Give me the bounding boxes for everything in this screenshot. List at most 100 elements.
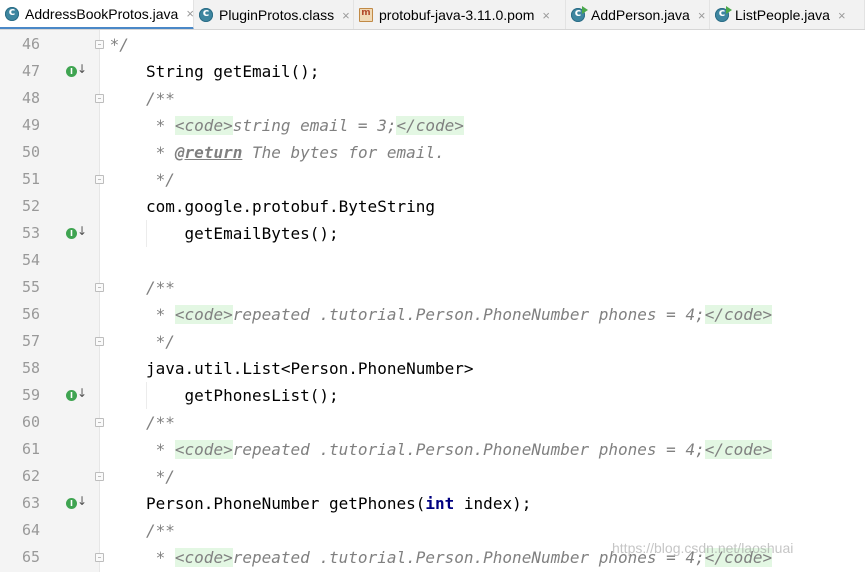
- java-class-icon: [5, 5, 19, 21]
- tab-addressbookprotos-java[interactable]: AddressBookProtos.java ×: [0, 0, 194, 29]
- code-line: Person.PhoneNumber getPhones(int index);: [146, 490, 531, 517]
- comment-text: /**: [146, 413, 175, 432]
- code-line: getEmailBytes();: [146, 220, 339, 247]
- arrow-down-icon: ↓: [77, 386, 88, 400]
- code-line: * <code>repeated .tutorial.Person.PhoneN…: [146, 436, 773, 463]
- code-tag: <code>: [174, 548, 233, 567]
- tab-listpeople-java[interactable]: ListPeople.java ×: [710, 0, 865, 29]
- comment-text: *: [146, 548, 175, 567]
- code-line: */: [146, 328, 175, 355]
- code-tag: <code>: [174, 305, 233, 324]
- code-text: ();: [309, 224, 339, 243]
- tab-label: AddPerson.java: [591, 7, 690, 23]
- close-tab-icon[interactable]: ×: [838, 8, 846, 23]
- line-number: 53: [21, 224, 40, 242]
- code-text: String getEmail();: [146, 62, 320, 81]
- line-number: 60: [21, 413, 40, 431]
- code-text: Person.PhoneNumber: [146, 494, 330, 513]
- line-number: 50: [21, 143, 40, 161]
- line-number: 64: [21, 521, 40, 539]
- line-number: 51: [21, 170, 40, 188]
- line-number: 59: [21, 386, 40, 404]
- code-line: * <code>repeated .tutorial.Person.PhoneN…: [146, 301, 773, 328]
- method-name: getEmailBytes: [184, 224, 310, 243]
- close-tab-icon[interactable]: ×: [542, 8, 550, 23]
- javadoc-tag: @return: [174, 143, 243, 162]
- code-editor[interactable]: */ String getEmail(); /** * <code>string…: [100, 30, 865, 572]
- implemented-icon: I: [66, 498, 77, 509]
- editor-gutter: 46 47 48 49 50 51 52 53 54 55 56 57 58 5…: [0, 30, 104, 572]
- code-tag: </code>: [704, 305, 773, 324]
- line-number: 62: [21, 467, 40, 485]
- code-line: /**: [146, 274, 175, 301]
- implemented-icon: I: [66, 390, 77, 401]
- editor-tab-bar: AddressBookProtos.java × PluginProtos.cl…: [0, 0, 865, 30]
- arrow-down-icon: ↓: [77, 62, 88, 76]
- line-number: 55: [21, 278, 40, 296]
- code-line: String getEmail();: [146, 58, 319, 85]
- implemented-icon: I: [66, 228, 77, 239]
- keyword: int: [425, 494, 455, 513]
- tab-pluginprotos-class[interactable]: PluginProtos.class ×: [194, 0, 354, 29]
- code-line: /**: [146, 85, 175, 112]
- close-tab-icon[interactable]: ×: [698, 8, 706, 23]
- arrow-down-icon: ↓: [77, 494, 88, 508]
- tab-label: ListPeople.java: [735, 7, 830, 23]
- line-number: 47: [21, 62, 40, 80]
- code-text: getPhonesList();: [146, 386, 339, 405]
- line-number: 48: [21, 89, 40, 107]
- code-line: /**: [146, 517, 175, 544]
- line-number: 52: [21, 197, 40, 215]
- line-number: 57: [21, 332, 40, 350]
- code-line: getPhonesList();: [146, 382, 339, 409]
- line-number: 49: [21, 116, 40, 134]
- comment-text: /**: [146, 89, 175, 108]
- line-number: 56: [21, 305, 40, 323]
- code-text: java.util.List<Person.PhoneNumber>: [146, 359, 474, 378]
- code-tag: </code>: [396, 116, 464, 135]
- comment-text: /**: [146, 521, 175, 540]
- comment-text: repeated .tutorial.Person.PhoneNumber ph…: [232, 440, 705, 459]
- code-line: java.util.List<Person.PhoneNumber>: [146, 355, 474, 382]
- line-number: 63: [21, 494, 40, 512]
- comment-text: repeated .tutorial.Person.PhoneNumber ph…: [232, 305, 705, 324]
- comment-text: The bytes for email.: [242, 143, 445, 162]
- tab-addperson-java[interactable]: AddPerson.java ×: [566, 0, 710, 29]
- implemented-method-marker[interactable]: I ↓: [66, 62, 88, 79]
- comment-text: *: [146, 440, 175, 459]
- close-tab-icon[interactable]: ×: [342, 8, 350, 23]
- comment-text: *: [146, 305, 175, 324]
- code-tag: </code>: [704, 440, 773, 459]
- comment-text: */: [100, 35, 129, 54]
- line-number: 58: [21, 359, 40, 377]
- code-line: */: [100, 31, 129, 58]
- code-text: com.google.protobuf.ByteString: [146, 197, 435, 216]
- implemented-icon: I: [66, 66, 77, 77]
- method-name: getPhones: [329, 494, 416, 513]
- implemented-method-marker[interactable]: I ↓: [66, 386, 88, 403]
- tab-label: PluginProtos.class: [219, 7, 335, 23]
- code-text: (: [415, 494, 426, 513]
- tab-label: AddressBookProtos.java: [25, 5, 179, 22]
- comment-text: */: [146, 332, 175, 351]
- line-number: 65: [21, 548, 40, 566]
- code-tag: <code>: [174, 116, 233, 135]
- watermark: https://blog.csdn.net/laoshuai: [612, 540, 794, 556]
- implemented-method-marker[interactable]: I ↓: [66, 494, 88, 511]
- implemented-method-marker[interactable]: I ↓: [66, 224, 88, 241]
- code-line: * @return The bytes for email.: [146, 139, 445, 166]
- tab-protobuf-java-pom[interactable]: protobuf-java-3.11.0.pom ×: [354, 0, 566, 29]
- code-line: */: [146, 463, 175, 490]
- close-tab-icon[interactable]: ×: [186, 6, 194, 21]
- tab-label: protobuf-java-3.11.0.pom: [379, 7, 535, 23]
- code-line: */: [146, 166, 175, 193]
- comment-text: string email = 3;: [232, 116, 397, 135]
- arrow-down-icon: ↓: [77, 224, 88, 238]
- java-runnable-class-icon: [571, 6, 588, 22]
- code-line: com.google.protobuf.ByteString: [146, 193, 435, 220]
- comment-text: */: [146, 467, 175, 486]
- code-line: /**: [146, 409, 175, 436]
- code-line: * <code>string email = 3;</code>: [146, 112, 464, 139]
- line-number: 46: [21, 35, 40, 53]
